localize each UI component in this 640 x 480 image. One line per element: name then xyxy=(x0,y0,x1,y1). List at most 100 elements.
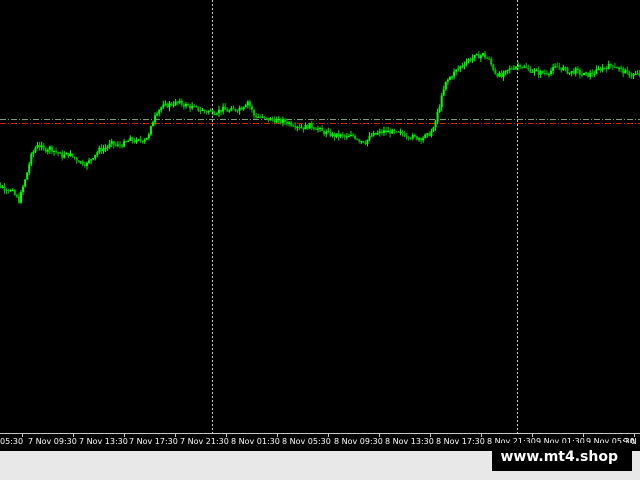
candle-body xyxy=(5,190,8,192)
candle-body xyxy=(393,129,396,132)
candle-body xyxy=(442,89,445,96)
candle-body xyxy=(96,152,99,155)
candle-body xyxy=(321,127,324,131)
candle-body xyxy=(422,137,425,141)
candle-body xyxy=(589,72,592,77)
time-tick-label: 7 Nov 21:30 xyxy=(180,437,229,446)
candle-body xyxy=(166,103,169,108)
candle-body xyxy=(508,68,511,70)
candle-body xyxy=(323,130,326,135)
candle-body xyxy=(310,122,313,128)
candle-body xyxy=(399,131,402,133)
candle-body xyxy=(281,119,284,123)
candle-body xyxy=(69,153,72,157)
candle-body xyxy=(473,54,476,59)
candle-body xyxy=(65,152,68,155)
candle-body xyxy=(201,110,204,112)
candle-body xyxy=(424,134,427,138)
candle-body xyxy=(362,141,365,143)
candle-body xyxy=(451,76,454,78)
candle-body xyxy=(345,136,348,138)
candle-body xyxy=(430,131,433,136)
candle-body xyxy=(174,101,177,105)
candle-body xyxy=(467,59,470,62)
candle-body xyxy=(292,125,295,127)
price-chart[interactable] xyxy=(0,0,640,433)
candle-body xyxy=(164,103,167,105)
candle-body xyxy=(108,143,111,147)
time-tick-mark xyxy=(328,434,329,437)
candle-body xyxy=(250,106,253,110)
candle-body xyxy=(40,145,43,147)
candle-body xyxy=(238,107,241,111)
time-tick-label: 8 Nov 01:30 xyxy=(231,437,280,446)
candle-body xyxy=(547,73,550,75)
candle-body xyxy=(24,179,27,187)
candle-body xyxy=(63,154,66,158)
candle-body xyxy=(585,72,588,74)
candle-body xyxy=(180,100,183,105)
candle-body xyxy=(32,151,35,154)
candle-body xyxy=(597,68,600,70)
candle-body xyxy=(125,141,128,143)
candle-body xyxy=(525,66,528,68)
candle-body xyxy=(545,73,548,75)
candle-body xyxy=(401,131,404,134)
candle-body xyxy=(382,130,385,134)
time-tick-mark xyxy=(277,434,278,437)
candle-body xyxy=(22,186,25,192)
candle-body xyxy=(570,71,573,73)
candle-body xyxy=(94,154,97,159)
candle-body xyxy=(11,190,14,192)
candle-body xyxy=(236,110,239,112)
time-tick-mark xyxy=(175,434,176,437)
candle-body xyxy=(609,63,612,66)
candle-body xyxy=(26,172,29,180)
candle-body xyxy=(298,126,301,128)
candle-body xyxy=(312,127,315,129)
candle-body xyxy=(453,71,456,77)
time-tick-mark xyxy=(73,434,74,437)
time-tick-label: 7 Nov 13:30 xyxy=(79,437,128,446)
chart-area[interactable] xyxy=(0,0,640,433)
candle-body xyxy=(178,100,181,103)
candle-body xyxy=(562,67,565,71)
candle-body xyxy=(283,119,286,122)
candle-body xyxy=(486,57,489,59)
candle-body xyxy=(492,64,495,71)
time-tick-label: 05:30 xyxy=(0,437,24,446)
candle-body xyxy=(498,73,501,77)
candle-body xyxy=(83,164,86,166)
candle-body xyxy=(156,113,159,116)
candle-body xyxy=(67,152,70,157)
candle-body xyxy=(560,67,563,71)
watermark-label: www.mt4.shop xyxy=(492,443,632,471)
candle-body xyxy=(535,70,538,72)
candle-body xyxy=(55,150,58,153)
candle-body xyxy=(246,101,249,106)
candle-body xyxy=(114,144,117,146)
candle-body xyxy=(403,133,406,137)
candle-body xyxy=(554,66,557,68)
candle-body xyxy=(601,67,604,71)
candle-body xyxy=(327,131,330,133)
candle-body xyxy=(380,131,383,134)
time-tick-mark xyxy=(481,434,482,437)
candle-body xyxy=(162,104,165,108)
candle-body xyxy=(213,113,216,115)
candle-body xyxy=(434,121,437,128)
candle-body xyxy=(112,141,115,145)
candle-body xyxy=(275,119,278,123)
candle-body xyxy=(61,152,64,158)
candle-body xyxy=(182,104,185,107)
candle-body xyxy=(444,81,447,90)
candle-body xyxy=(3,186,6,191)
candle-body xyxy=(197,106,200,111)
candle-body xyxy=(603,67,606,69)
candle-body xyxy=(230,108,233,111)
candle-body xyxy=(411,134,414,139)
candle-body xyxy=(28,164,31,173)
candle-body xyxy=(420,138,423,141)
candle-body xyxy=(71,153,74,157)
candle-body xyxy=(428,133,431,136)
